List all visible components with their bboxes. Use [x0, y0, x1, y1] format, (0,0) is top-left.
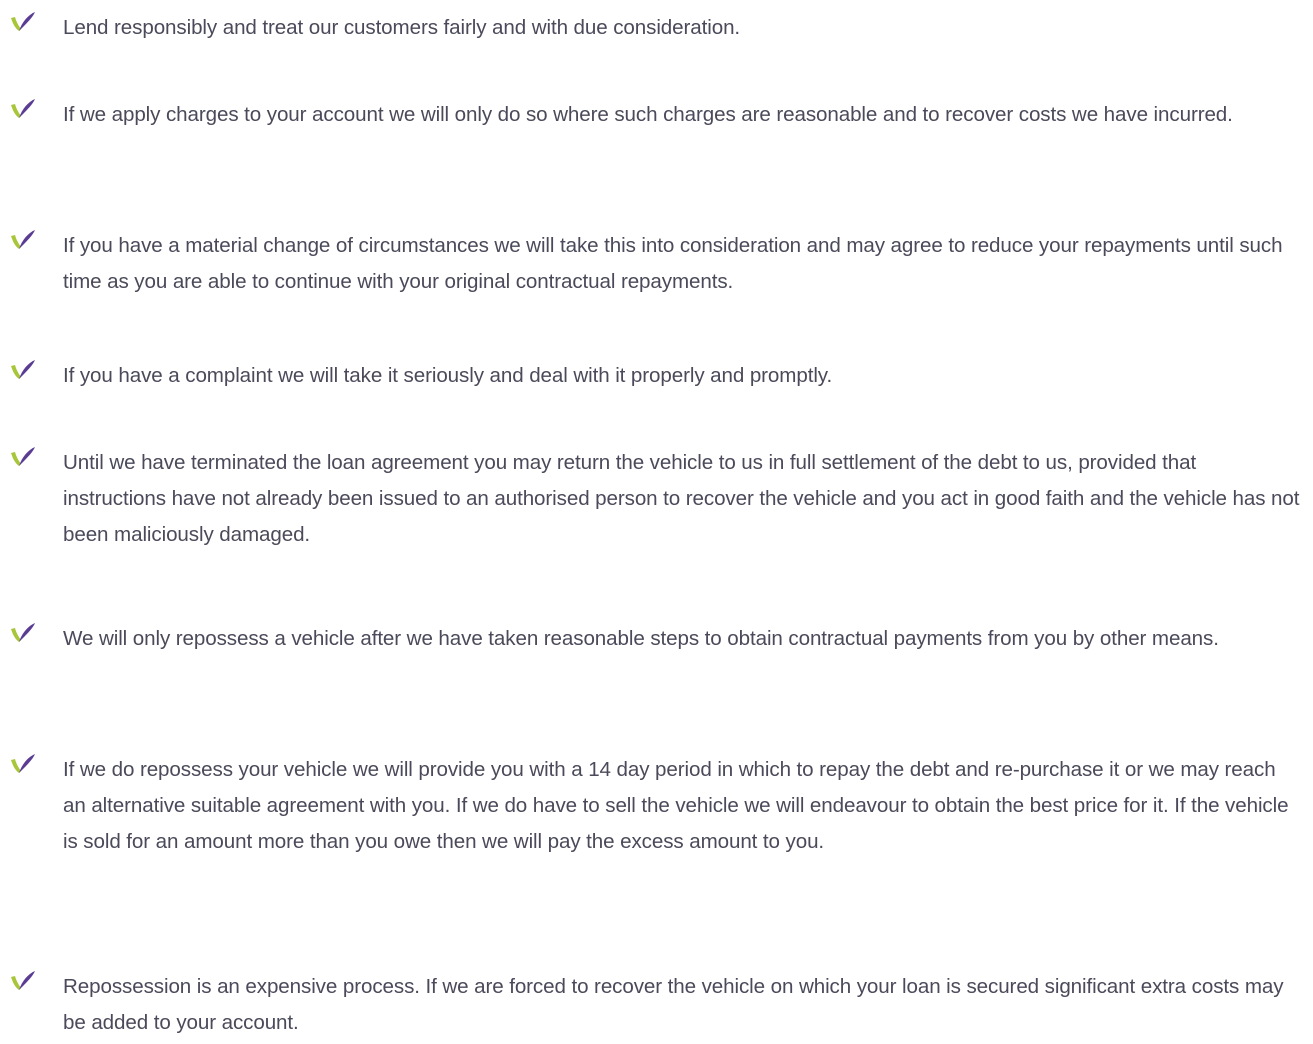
- checkmark-leaf-icon: [10, 358, 36, 380]
- item-text: If you have a material change of circums…: [63, 234, 1283, 293]
- item-text: Until we have terminated the loan agreem…: [63, 451, 1300, 546]
- checkmark-leaf-icon: [10, 621, 36, 643]
- item-text: We will only repossess a vehicle after w…: [63, 627, 1219, 650]
- checkmark-leaf-icon: [10, 97, 36, 119]
- checkmark-leaf-icon: [10, 969, 36, 991]
- item-text: If you have a complaint we will take it …: [63, 364, 833, 387]
- checkmark-leaf-icon: [10, 445, 36, 467]
- item-text: If we apply charges to your account we w…: [63, 103, 1233, 126]
- item-text: Repossession is an expensive process. If…: [63, 975, 1284, 1034]
- checkmark-leaf-icon: [10, 10, 36, 32]
- item-text: Lend responsibly and treat our customers…: [63, 16, 741, 39]
- item-text: If we do repossess your vehicle we will …: [63, 758, 1289, 853]
- checkmark-leaf-icon: [10, 228, 36, 250]
- checkmark-leaf-icon: [10, 752, 36, 774]
